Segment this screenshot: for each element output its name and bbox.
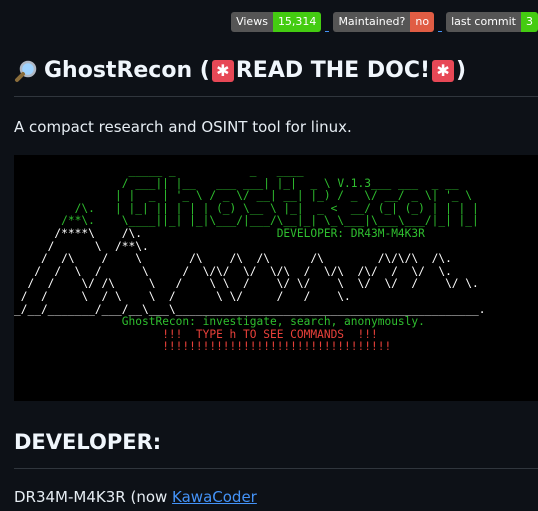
banner-bangs: !!!!!!!!!!!!!!!!!!!!!!!!!!!!!!!!!! bbox=[162, 340, 392, 354]
maintained-badge-label: Maintained? bbox=[333, 12, 411, 32]
views-badge[interactable]: Views 15,314 bbox=[231, 12, 322, 32]
magnifying-glass-icon bbox=[15, 60, 37, 82]
badge-row: Views 15,314 Maintained? no last commit … bbox=[231, 12, 538, 32]
page-title: GhostRecon ( READ THE DOC! ) bbox=[14, 58, 466, 83]
ascii-banner: _____ _ _ ____ / ___|| |__ ___ ___| |_| … bbox=[14, 155, 538, 401]
last-commit-badge-label: last commit bbox=[446, 12, 521, 32]
banner-tagline: GhostRecon: investigate, search, anonymo… bbox=[121, 315, 425, 329]
developer-heading: DEVELOPER: bbox=[14, 430, 162, 454]
ascii-art: _____ _ _ ____ / ___|| |__ ___ ___| |_| … bbox=[14, 164, 486, 354]
description: A compact research and OSINT tool for li… bbox=[14, 118, 352, 136]
maintained-badge[interactable]: Maintained? no bbox=[333, 12, 435, 32]
views-badge-value: 15,314 bbox=[272, 12, 322, 32]
banner-developer: DEVELOPER: DR43M-M4K3R bbox=[276, 226, 425, 240]
developer-line: DR34M-M4K3R (now KawaCoder bbox=[14, 488, 257, 506]
kawacoder-link[interactable]: KawaCoder bbox=[172, 488, 257, 506]
badge-link-underline bbox=[438, 31, 443, 32]
title-close: ) bbox=[456, 58, 467, 83]
title-name: GhostRecon ( bbox=[44, 58, 210, 83]
last-commit-badge-value: 3 bbox=[521, 12, 538, 32]
banner-version: V.1.3 bbox=[337, 176, 371, 190]
banner-warning: !!! TYPE h TO SEE COMMANDS !!! bbox=[162, 327, 378, 341]
maintained-badge-value: no bbox=[410, 12, 435, 32]
views-badge-label: Views bbox=[231, 12, 273, 32]
title-divider bbox=[14, 96, 538, 97]
developer-prefix: DR34M-M4K3R (now bbox=[14, 488, 173, 506]
title-notice: READ THE DOC! bbox=[235, 58, 431, 83]
developer-divider bbox=[14, 468, 538, 469]
siren-icon bbox=[211, 59, 234, 82]
badge-link-underline bbox=[325, 31, 330, 32]
last-commit-badge[interactable]: last commit 3 bbox=[446, 12, 538, 32]
siren-icon bbox=[432, 59, 455, 82]
